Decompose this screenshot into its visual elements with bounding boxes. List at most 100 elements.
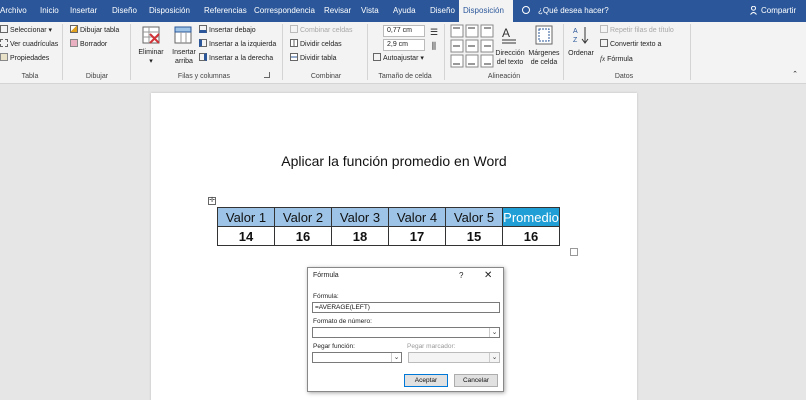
group-label-tamano: Tamaño de celda [378,73,432,80]
lightbulb-icon [522,6,530,14]
tab-inicio[interactable]: Inicio [40,0,59,22]
delete-button[interactable]: Eliminar ▾ [136,48,166,66]
delete-table-icon [142,26,160,44]
select-arrow-icon [0,25,8,33]
merge-cells-label: Combinar celdas [300,27,353,34]
insert-below-button[interactable]: Insertar debajo [199,25,256,37]
table-header-cell[interactable]: Valor 2 [274,207,332,227]
table-header-cell[interactable]: Valor 1 [217,207,275,227]
tab-revisar[interactable]: Revisar [324,0,351,22]
draw-table-button[interactable]: Dibujar tabla [70,25,119,37]
cancel-button[interactable]: Cancelar [454,374,498,387]
merge-icon [290,25,298,33]
table-resize-handle[interactable] [570,248,578,256]
formula-button[interactable]: fx Fórmula [600,53,633,65]
tab-vista[interactable]: Vista [361,0,379,22]
select-label: Seleccionar [10,27,47,34]
insert-right-button[interactable]: Insertar a la derecha [199,53,273,65]
column-width-icon [373,41,381,49]
tab-table-diseno[interactable]: Diseño [430,0,455,22]
alignment-grid[interactable] [450,24,494,68]
split-table-button[interactable]: Dividir tabla [290,53,337,65]
svg-text:A: A [502,26,510,40]
autofit-button[interactable]: Autoajustar ▾ [373,53,424,65]
tab-ayuda[interactable]: Ayuda [393,0,416,22]
paste-function-label: Pegar función: [313,343,355,350]
properties-icon [0,53,8,61]
row-height-input[interactable]: 0,77 cm [383,25,425,37]
table-cell[interactable]: 15 [445,226,503,246]
distribute-columns-button[interactable]: ⫼ [428,42,440,51]
tab-diseno[interactable]: Diseño [112,0,137,22]
select-button[interactable]: Seleccionar ▾ [0,25,52,37]
number-format-select[interactable]: ⌄ [312,327,500,338]
table-move-handle-icon[interactable]: ✛ [208,197,216,205]
table-cell[interactable]: 14 [217,226,275,246]
tab-disposicion[interactable]: Disposición [149,0,190,22]
tab-correspondencia[interactable]: Correspondencia [254,0,315,22]
formula-input[interactable]: =AVERAGE(LEFT) [312,302,500,313]
word-table[interactable]: Valor 1 Valor 2 Valor 3 Valor 4 Valor 5 … [217,207,560,246]
tab-archivo[interactable]: Archivo [0,0,27,22]
column-width-input[interactable]: 2,9 cm [383,39,425,51]
insert-above-button[interactable]: Insertar arriba [168,48,200,66]
eraser-icon [70,39,78,47]
repeat-header-label: Repetir filas de título [610,27,674,34]
distribute-rows-button[interactable]: ☰ [428,28,440,37]
tab-table-disposicion[interactable]: Disposición [459,0,513,22]
paste-bookmark-select[interactable]: ⌄ [408,352,500,363]
cell-margins-label-1: Márgenes [528,50,560,57]
paste-bookmark-label: Pegar marcador: [407,343,456,350]
view-gridlines-button[interactable]: Ver cuadrículas [0,39,58,51]
convert-to-text-button[interactable]: Convertir texto a [600,39,661,51]
insert-right-icon [199,53,207,61]
share-button[interactable]: Compartir [761,0,796,22]
text-direction-button[interactable]: Dirección del texto [494,49,526,67]
row-height-icon [373,27,381,35]
person-icon [750,6,757,15]
group-label-dibujar: Dibujar [85,73,109,80]
table-cell-average[interactable]: 16 [502,226,560,246]
group-divider [690,24,691,80]
split-table-icon [290,53,298,61]
sort-button[interactable]: Ordenar [566,49,596,58]
group-label-tabla: Tabla [21,73,39,80]
group-label-combinar: Combinar [310,73,342,80]
tell-me-search[interactable]: ¿Qué desea hacer? [538,0,609,22]
collapse-ribbon-icon[interactable]: ⌃ [790,70,800,79]
properties-button[interactable]: Propiedades [0,53,49,65]
group-divider [367,24,368,80]
rows-columns-launcher-icon[interactable] [264,72,270,78]
ok-button[interactable]: Aceptar [404,374,448,387]
table-header-cell[interactable]: Valor 5 [445,207,503,227]
help-button[interactable]: ? [459,271,463,280]
eraser-button[interactable]: Borrador [70,39,107,51]
cell-margins-button[interactable]: Márgenes de celda [528,49,560,67]
document-title: Aplicar la función promedio en Word [281,153,507,169]
draw-table-label: Dibujar tabla [80,27,120,34]
distribute-rows-icon: ☰ [429,27,439,37]
sort-label: Ordenar [568,50,594,57]
close-icon[interactable]: ✕ [484,270,492,281]
convert-icon [600,39,608,47]
merge-cells-button[interactable]: Combinar celdas [290,25,353,37]
split-cells-icon [290,39,298,47]
split-cells-button[interactable]: Dividir celdas [290,39,342,51]
table-header-cell-selected[interactable]: Promedio [502,207,560,227]
ribbon: Seleccionar ▾ Ver cuadrículas Propiedade… [0,22,806,84]
tab-insertar[interactable]: Insertar [70,0,97,22]
tab-referencias[interactable]: Referencias [204,0,247,22]
group-label-datos: Datos [614,73,634,80]
table-cell[interactable]: 16 [274,226,332,246]
dialog-title: Fórmula [313,272,339,279]
paste-function-select[interactable]: ⌄ [312,352,402,363]
table-cell[interactable]: 18 [331,226,389,246]
table-header-cell[interactable]: Valor 3 [331,207,389,227]
repeat-header-rows-button[interactable]: Repetir filas de título [600,25,674,37]
convert-label: Convertir texto a [610,41,662,48]
table-cell[interactable]: 17 [388,226,446,246]
insert-left-icon [199,39,207,47]
number-format-label: Formato de número: [313,318,372,325]
insert-left-button[interactable]: Insertar a la izquierda [199,39,276,51]
table-header-cell[interactable]: Valor 4 [388,207,446,227]
